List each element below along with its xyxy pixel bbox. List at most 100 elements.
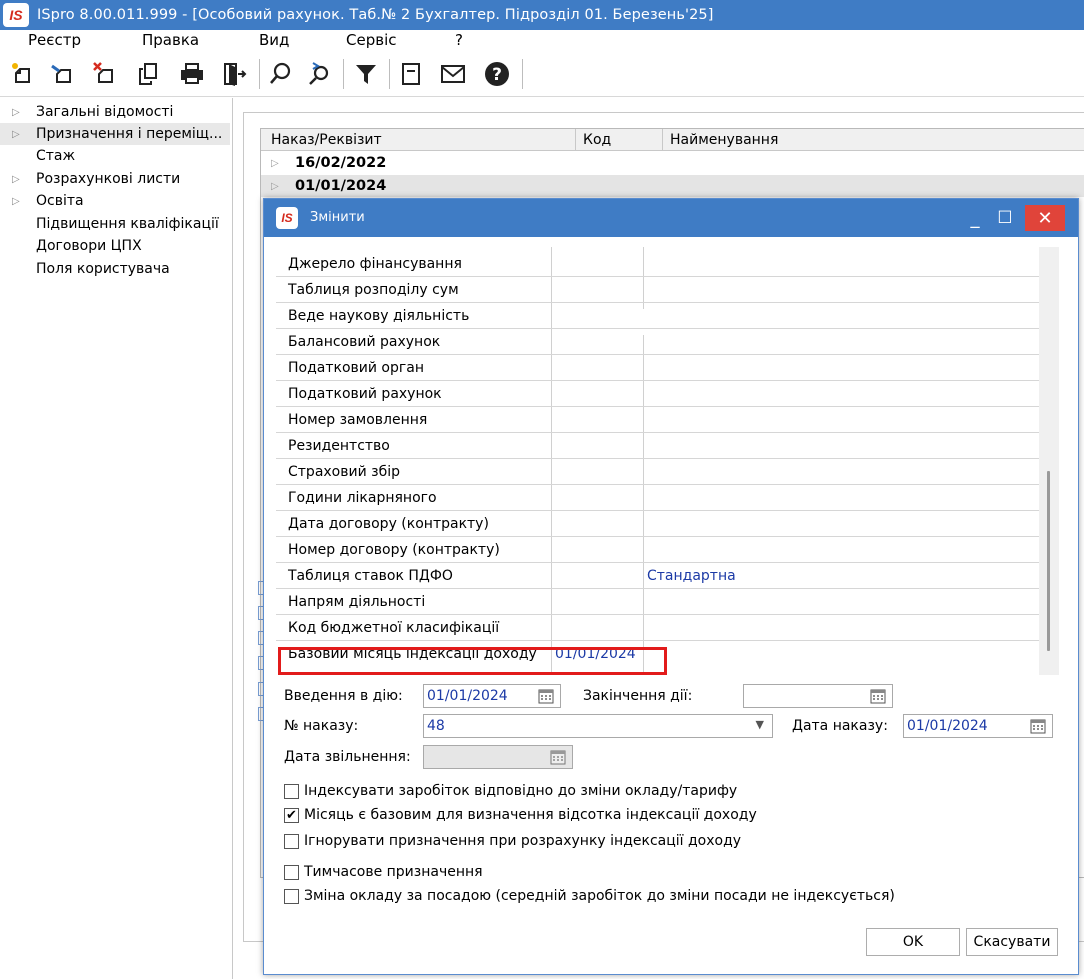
grid-row[interactable]: Податковий орган bbox=[276, 355, 1040, 381]
order-date-label: Дата наказу: bbox=[792, 718, 888, 734]
grid-row[interactable]: Номер договору (контракту) bbox=[276, 537, 1040, 563]
dialog-title-bar[interactable]: IS Змінити _ ☐ ✕ bbox=[264, 199, 1078, 237]
checkbox-box[interactable] bbox=[284, 783, 299, 799]
checkbox-label: Ігнорувати призначення при розрахунку ін… bbox=[304, 833, 742, 849]
grid-row[interactable]: Номер замовлення bbox=[276, 407, 1040, 433]
checkbox-base-month[interactable]: ✔ Місяць є базовим для визначення відсот… bbox=[284, 807, 757, 823]
grid-row[interactable]: Джерело фінансування bbox=[276, 251, 1040, 277]
sidebar-item-qualification[interactable]: Підвищення кваліфікації bbox=[0, 213, 230, 235]
column-header-code[interactable]: Код bbox=[583, 132, 611, 148]
form-icon[interactable] bbox=[394, 57, 428, 91]
edit-icon[interactable] bbox=[46, 57, 80, 91]
dismissal-date-label: Дата звільнення: bbox=[284, 749, 411, 765]
checkbox-temporary[interactable]: Тимчасове призначення bbox=[284, 864, 483, 880]
menu-registry[interactable]: Реєстр bbox=[28, 31, 81, 49]
help-icon[interactable]: ? bbox=[480, 57, 514, 91]
menu-edit[interactable]: Правка bbox=[142, 31, 199, 49]
grid-row-name: Страховий збір bbox=[288, 464, 400, 480]
sidebar-item-general[interactable]: ▷ Загальні відомості bbox=[0, 101, 230, 123]
chevron-down-icon[interactable]: ▼ bbox=[756, 718, 764, 731]
sidebar-item-label: Договори ЦПХ bbox=[36, 238, 142, 254]
maximize-button[interactable]: ☐ bbox=[992, 205, 1018, 231]
expand-arrow-icon[interactable]: ▷ bbox=[261, 158, 295, 169]
grid-row-name: Код бюджетної класифікації bbox=[288, 620, 500, 636]
search-icon[interactable] bbox=[264, 57, 298, 91]
order-date-field[interactable]: 01/01/2024 bbox=[903, 714, 1053, 738]
table-row[interactable]: ▷ 01/01/2024 bbox=[261, 175, 1084, 197]
grid-row-name: Податковий орган bbox=[288, 360, 424, 376]
grid-row[interactable]: Код бюджетної класифікації bbox=[276, 615, 1040, 641]
menu-service[interactable]: Сервіс bbox=[346, 31, 396, 49]
grid-row[interactable]: Балансовий рахунок bbox=[276, 329, 1040, 355]
menu-view[interactable]: Вид bbox=[259, 31, 289, 49]
sidebar-item-payslips[interactable]: ▷ Розрахункові листи bbox=[0, 168, 230, 190]
checkbox-ignore-assignment[interactable]: Ігнорувати призначення при розрахунку ін… bbox=[284, 833, 741, 849]
column-header-order[interactable]: Наказ/Реквізит bbox=[271, 132, 382, 148]
grid-row-name: Номер замовлення bbox=[288, 412, 428, 428]
expand-arrow-icon[interactable]: ▷ bbox=[0, 196, 36, 207]
start-date-label: Введення в дію: bbox=[284, 688, 403, 704]
close-button[interactable]: ✕ bbox=[1025, 205, 1065, 231]
grid-row-name: Номер договору (контракту) bbox=[288, 542, 500, 558]
end-date-field[interactable] bbox=[743, 684, 893, 708]
mail-icon[interactable] bbox=[436, 57, 470, 91]
filter-icon[interactable] bbox=[349, 57, 383, 91]
checkbox-box-checked[interactable]: ✔ bbox=[284, 807, 299, 823]
edit-dialog: IS Змінити _ ☐ ✕ Джерело фінансування Та… bbox=[263, 198, 1079, 975]
scrollbar-thumb[interactable] bbox=[1047, 471, 1050, 651]
grid-row[interactable]: Години лікарняного bbox=[276, 485, 1040, 511]
window-title: ISpro 8.00.011.999 - [Особовий рахунок. … bbox=[37, 7, 714, 23]
sidebar-item-assignments[interactable]: ▷ Призначення і переміщ... bbox=[0, 123, 230, 145]
checkbox-label: Тимчасове призначення bbox=[304, 864, 483, 880]
checkbox-box[interactable] bbox=[284, 833, 299, 849]
table-row[interactable]: ▷ 16/02/2022 bbox=[261, 152, 1084, 174]
grid-row[interactable]: Страховий збір bbox=[276, 459, 1040, 485]
new-icon[interactable] bbox=[6, 57, 40, 91]
delete-icon[interactable] bbox=[88, 57, 122, 91]
sidebar-item-education[interactable]: ▷ Освіта bbox=[0, 190, 230, 212]
order-number-value: 48 bbox=[427, 718, 445, 734]
calendar-icon[interactable] bbox=[538, 688, 554, 704]
sidebar-item-civil-contracts[interactable]: Договори ЦПХ bbox=[0, 235, 230, 257]
grid-row[interactable]: Таблиця ставок ПДФО Стандартна bbox=[276, 563, 1040, 589]
exit-icon[interactable] bbox=[217, 57, 251, 91]
checkbox-box[interactable] bbox=[284, 888, 299, 904]
expand-arrow-icon[interactable]: ▷ bbox=[0, 174, 36, 185]
calendar-icon[interactable] bbox=[870, 688, 886, 704]
expand-arrow-icon[interactable]: ▷ bbox=[0, 129, 36, 140]
checkbox-salary-change[interactable]: Зміна окладу за посадою (середній заробі… bbox=[284, 888, 895, 904]
grid-row[interactable]: Резидентство bbox=[276, 433, 1040, 459]
grid-row[interactable]: Таблиця розподілу сум bbox=[276, 277, 1040, 303]
expand-arrow-icon[interactable]: ▷ bbox=[261, 181, 295, 192]
checkbox-label: Зміна окладу за посадою (середній заробі… bbox=[304, 888, 895, 904]
checkbox-index-salary[interactable]: Індексувати заробіток відповідно до змін… bbox=[284, 783, 737, 799]
vertical-scrollbar[interactable] bbox=[1039, 247, 1059, 675]
menu-help[interactable]: ? bbox=[455, 31, 463, 49]
grid-row[interactable]: Напрям діяльності bbox=[276, 589, 1040, 615]
sidebar-item-label: Розрахункові листи bbox=[36, 171, 181, 187]
grid-row[interactable]: Дата договору (контракту) bbox=[276, 511, 1040, 537]
cancel-button[interactable]: Скасувати bbox=[966, 928, 1058, 956]
find-next-icon[interactable] bbox=[302, 57, 336, 91]
minimize-button[interactable]: _ bbox=[962, 205, 988, 231]
title-bar: IS ISpro 8.00.011.999 - [Особовий рахуно… bbox=[0, 0, 1084, 30]
panel-divider[interactable] bbox=[232, 98, 233, 979]
calendar-icon[interactable] bbox=[1030, 718, 1046, 734]
expand-arrow-icon[interactable]: ▷ bbox=[0, 107, 36, 118]
dialog-title: Змінити bbox=[310, 210, 365, 225]
grid-row-name: Балансовий рахунок bbox=[288, 334, 441, 350]
grid-row-name: Години лікарняного bbox=[288, 490, 437, 506]
grid-row-name: Резидентство bbox=[288, 438, 390, 454]
grid-row[interactable]: Податковий рахунок bbox=[276, 381, 1040, 407]
grid-row[interactable]: Веде наукову діяльність bbox=[276, 303, 1040, 329]
app-logo-icon: IS bbox=[3, 3, 29, 27]
print-icon[interactable] bbox=[175, 57, 209, 91]
start-date-field[interactable]: 01/01/2024 bbox=[423, 684, 561, 708]
column-header-name[interactable]: Найменування bbox=[670, 132, 778, 148]
ok-button[interactable]: OK bbox=[866, 928, 960, 956]
sidebar-item-seniority[interactable]: Стаж bbox=[0, 145, 230, 167]
order-number-select[interactable]: 48 ▼ bbox=[423, 714, 773, 738]
copy-icon[interactable] bbox=[131, 57, 165, 91]
sidebar-item-user-fields[interactable]: Поля користувача bbox=[0, 258, 230, 280]
checkbox-box[interactable] bbox=[284, 864, 299, 880]
